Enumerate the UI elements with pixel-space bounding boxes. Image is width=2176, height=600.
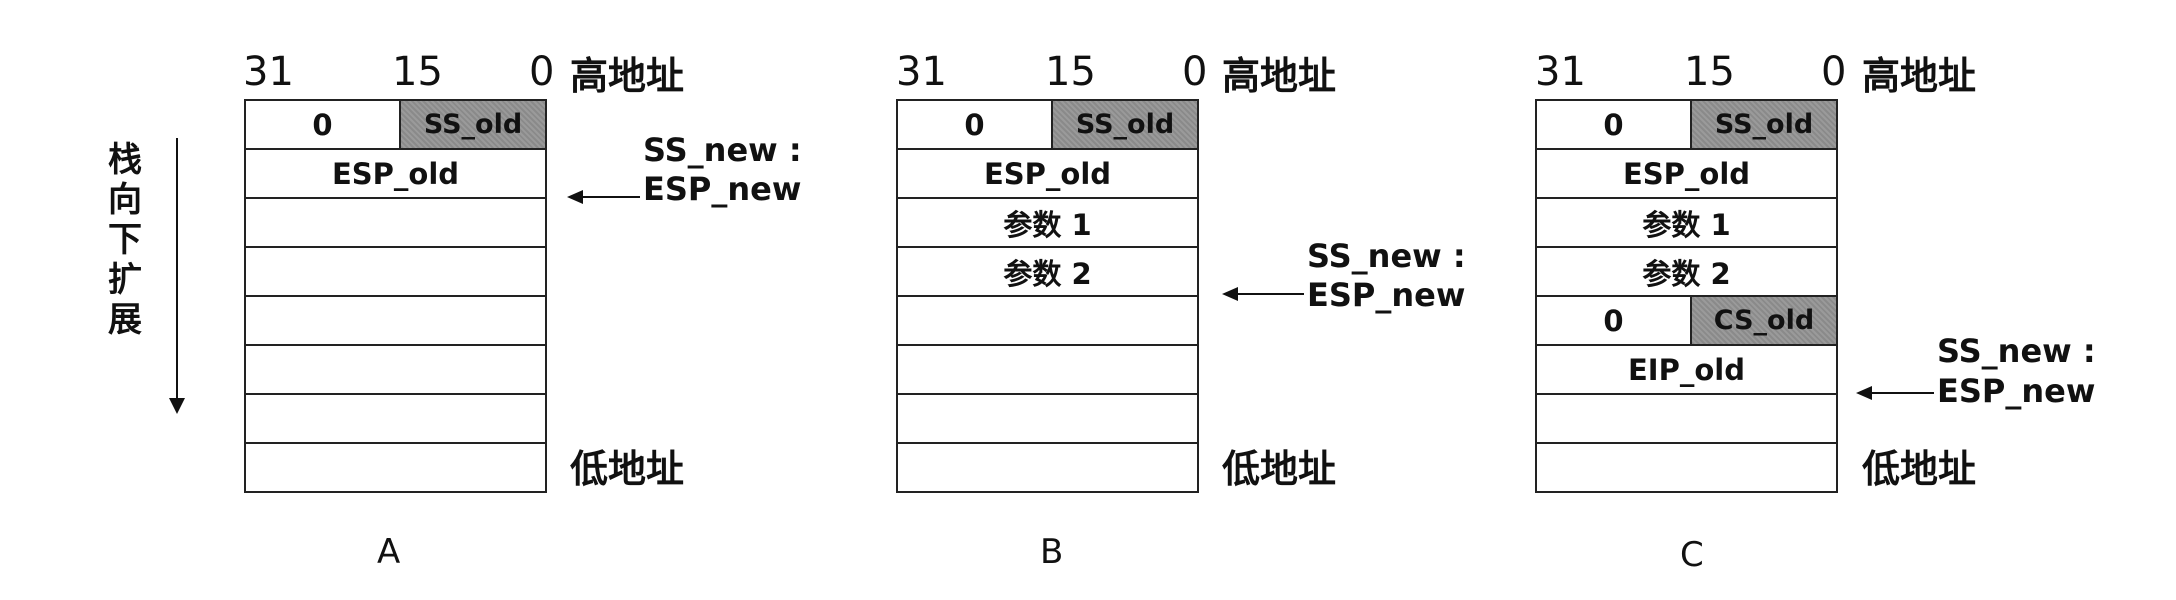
row-low-half: 0 [246,101,401,148]
stack-frame: 0 SS_old ESP_old 参数 1 参数 2 0 CS_old EIP_… [1535,99,1838,493]
row-high-half: SS_old [1053,101,1197,148]
stack-row: ESP_old [898,148,1197,197]
esp-new-label: ESP_new [643,170,802,208]
row-value [246,444,545,491]
stack-row [246,344,545,393]
panel-caption: A [377,532,401,572]
grow-char: 展 [108,300,142,340]
stack-row: 参数 2 [1537,246,1836,295]
row-low-half: 0 [1537,297,1692,344]
grow-arrow-head [169,398,185,414]
bit-31-label: 31 [243,49,294,95]
stack-row [246,197,545,246]
stack-row [246,442,545,491]
stack-row [246,295,545,344]
row-value [1537,444,1836,491]
stack-row [246,393,545,442]
stack-row: 0 SS_old [246,99,545,148]
row-value: EIP_old [1628,352,1745,387]
bit-0-label: 0 [1821,49,1847,95]
bit-31-label: 31 [1535,49,1586,95]
bit-0-label: 0 [1182,49,1208,95]
low-address-label: 低地址 [1862,447,1977,491]
esp-pointer-arrow [580,196,640,198]
stack-row [898,295,1197,344]
row-value [898,297,1197,344]
stack-frame: 0 SS_old ESP_old 参数 1 参数 2 [896,99,1199,493]
grow-char: 扩 [108,260,142,300]
low-address-label: 低地址 [570,447,685,491]
row-value [1537,395,1836,442]
low-address-label: 低地址 [1222,447,1337,491]
bit-15-label: 15 [392,49,443,95]
stack-row: 0 CS_old [1537,295,1836,344]
row-value: 参数 1 [1003,207,1092,242]
ss-new-label: SS_new : [643,131,802,169]
high-address-label: 高地址 [570,54,685,98]
ss-new-label: SS_new : [1307,237,1466,275]
esp-pointer-arrow-head [1222,287,1238,301]
row-high-half: CS_old [1692,297,1836,344]
row-value: 参数 2 [1642,256,1731,291]
row-value [246,346,545,393]
esp-pointer-arrow-head [1856,386,1872,400]
bit-15-label: 15 [1684,49,1735,95]
stack-row: ESP_old [246,148,545,197]
bit-15-label: 15 [1045,49,1096,95]
row-value: ESP_old [331,156,460,191]
high-address-label: 高地址 [1862,54,1977,98]
stack-row: 0 SS_old [1537,99,1836,148]
row-value [898,395,1197,442]
bit-31-label: 31 [896,49,947,95]
stack-frame: 0 SS_old ESP_old [244,99,547,493]
grow-direction-label: 栈 向 下 扩 展 [103,140,147,340]
row-value: ESP_old [983,156,1112,191]
row-value: ESP_old [1622,156,1751,191]
esp-new-label: ESP_new [1937,372,2096,410]
row-value: 参数 2 [1003,256,1092,291]
panel-caption: B [1040,532,1064,572]
grow-char: 向 [108,180,142,220]
row-high-half: SS_old [401,101,545,148]
row-high-half: SS_old [1692,101,1836,148]
stack-row: EIP_old [1537,344,1836,393]
stack-row: 参数 1 [898,197,1197,246]
stack-row: 参数 1 [1537,197,1836,246]
panel-caption: C [1680,535,1704,575]
grow-arrow [176,138,178,403]
bit-0-label: 0 [529,49,555,95]
esp-pointer-arrow [1870,392,1934,394]
esp-new-label: ESP_new [1307,276,1466,314]
row-value [246,297,545,344]
stack-row [1537,442,1836,491]
stack-row [898,393,1197,442]
stack-row [898,442,1197,491]
row-value [246,248,545,295]
stack-row: ESP_old [1537,148,1836,197]
grow-char: 栈 [108,140,142,180]
row-value [246,199,545,246]
row-value [246,395,545,442]
esp-pointer-arrow-head [567,190,583,204]
stack-row [246,246,545,295]
grow-char: 下 [108,220,142,260]
row-low-half: 0 [1537,101,1692,148]
high-address-label: 高地址 [1222,54,1337,98]
stack-row [898,344,1197,393]
row-value: 参数 1 [1642,207,1731,242]
stack-row: 参数 2 [898,246,1197,295]
row-value [898,444,1197,491]
ss-new-label: SS_new : [1937,332,2096,370]
esp-pointer-arrow [1236,293,1304,295]
stack-row: 0 SS_old [898,99,1197,148]
row-low-half: 0 [898,101,1053,148]
stack-row [1537,393,1836,442]
row-value [898,346,1197,393]
